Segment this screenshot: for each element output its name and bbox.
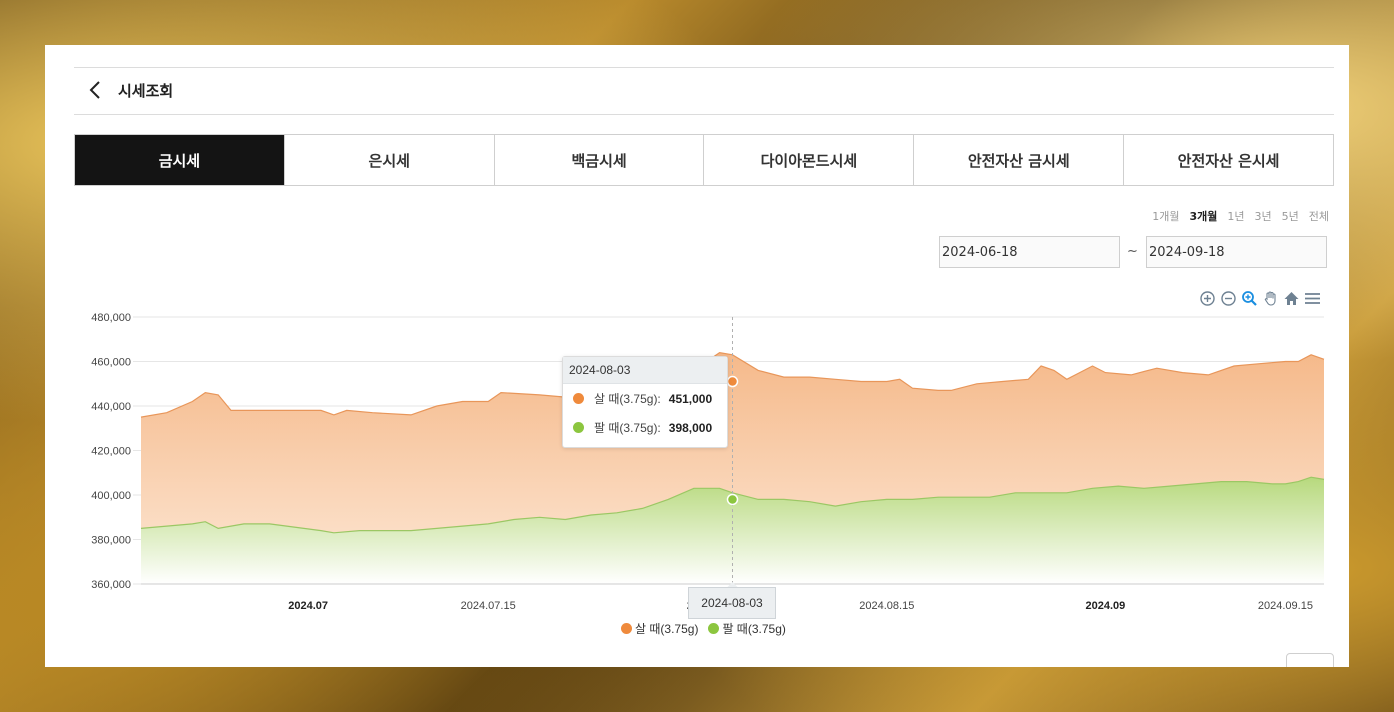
sell-hover-marker <box>726 493 739 506</box>
scroll-top-button[interactable] <box>1286 653 1334 667</box>
market-price-panel: 시세조회 금시세 은시세 백금시세 다이아몬드시세 안전자산 금시세 안전자산 … <box>45 45 1349 667</box>
legend-buy-label: 살 때(3.75g) <box>635 622 699 636</box>
y-tick-label: 420,000 <box>91 446 131 458</box>
y-tick-label: 360,000 <box>91 579 131 591</box>
tooltip-date: 2024-08-03 <box>563 357 727 384</box>
y-tick-label: 400,000 <box>91 490 131 502</box>
buy-dot-icon <box>573 393 584 404</box>
buy-hover-marker <box>726 375 739 388</box>
tooltip-buy-label: 살 때(3.75g): <box>594 392 661 406</box>
tooltip-row-sell: 팔 때(3.75g): 398,000 <box>563 413 727 442</box>
tooltip-sell-label: 팔 때(3.75g): <box>594 421 661 435</box>
x-tick-label: 2024.09 <box>1086 600 1126 612</box>
legend-item-buy[interactable]: 살 때(3.75g) <box>621 620 698 637</box>
tooltip-buy-value: 451,000 <box>668 391 713 406</box>
legend-sell-dot-icon <box>708 623 720 634</box>
x-tick-label: 2024.07.15 <box>461 600 516 612</box>
x-tick-label: 2024.09.15 <box>1258 600 1313 612</box>
x-tick-label: 2024.07 <box>288 600 328 612</box>
x-tick-label: 2024.08.15 <box>859 600 914 612</box>
hover-tooltip: 2024-08-03 살 때(3.75g): 451,000 팔 때(3.75g… <box>562 356 728 448</box>
sell-dot-icon <box>573 422 584 433</box>
y-tick-label: 460,000 <box>91 357 131 369</box>
crosshair-x-label: 2024-08-03 <box>688 587 776 619</box>
y-tick-label: 380,000 <box>91 535 131 547</box>
legend-item-sell[interactable]: 팔 때(3.75g) <box>708 620 786 637</box>
chart-legend: 살 때(3.75g) 팔 때(3.75g) <box>621 620 786 637</box>
legend-sell-label: 팔 때(3.75g) <box>722 622 786 636</box>
legend-buy-dot-icon <box>621 623 632 634</box>
tooltip-row-buy: 살 때(3.75g): 451,000 <box>563 384 727 413</box>
tooltip-sell-value: 398,000 <box>668 420 713 435</box>
y-tick-label: 440,000 <box>91 401 131 413</box>
y-tick-label: 480,000 <box>91 312 131 324</box>
